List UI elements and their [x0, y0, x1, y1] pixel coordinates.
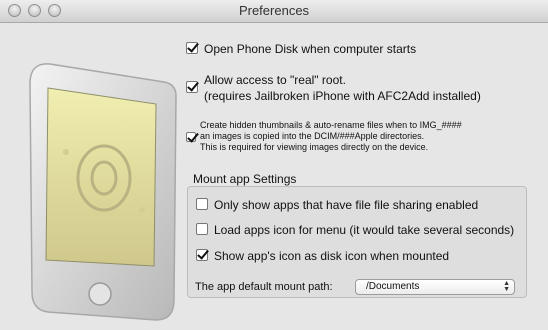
root-access-line2: (requires Jailbroken iPhone with AFC2Add… [204, 89, 481, 103]
thumbnails-option[interactable]: Create hidden thumbnails & auto-rename f… [186, 120, 462, 153]
title-bar: Preferences [0, 0, 548, 23]
load-icons-checkbox[interactable] [196, 223, 208, 235]
preferences-window: Preferences Open Phone Disk when compute… [0, 0, 548, 330]
mount-path-label: The app default mount path: [195, 281, 333, 293]
root-access-label: Allow access to "real" root. (requires J… [204, 72, 481, 104]
open-disk-option[interactable]: Open Phone Disk when computer starts [186, 41, 416, 57]
thumbnails-line1: Create hidden thumbnails & auto-rename f… [200, 120, 462, 130]
load-icons-label: Load apps icon for menu (it would take s… [214, 223, 515, 237]
root-access-line1: Allow access to "real" root. [204, 73, 346, 87]
open-disk-checkbox[interactable] [186, 42, 198, 54]
thumbnails-checkbox[interactable] [186, 132, 196, 142]
window-title: Preferences [238, 3, 310, 18]
load-icons-option[interactable]: Load apps icon for menu (it would take s… [196, 222, 514, 238]
thumbnails-line2: an images is copied into the DCIM/###App… [200, 131, 425, 141]
updown-arrows-icon: ▲ ▼ [503, 280, 510, 293]
root-access-option[interactable]: Allow access to "real" root. (requires J… [186, 72, 481, 104]
show-icon-checkbox[interactable] [196, 249, 208, 261]
mount-path-row: The app default mount path: [195, 279, 333, 295]
only-sharing-label: Only show apps that have file file shari… [214, 198, 479, 212]
mount-settings-title: Mount app Settings [193, 172, 297, 186]
show-icon-option[interactable]: Show app's icon as disk icon when mounte… [196, 248, 449, 264]
open-disk-label: Open Phone Disk when computer starts [204, 42, 417, 56]
show-icon-label: Show app's icon as disk icon when mounte… [214, 249, 450, 263]
thumbnails-line3: This is required for viewing images dire… [200, 142, 429, 152]
root-access-checkbox[interactable] [186, 81, 198, 93]
mount-path-value: /Documents [366, 281, 420, 292]
only-sharing-option[interactable]: Only show apps that have file file shari… [196, 197, 478, 213]
iphone-illustration [29, 63, 177, 321]
mount-path-select[interactable]: /Documents ▲ ▼ [355, 279, 515, 295]
thumbnails-label: Create hidden thumbnails & auto-rename f… [200, 120, 462, 153]
only-sharing-checkbox[interactable] [196, 198, 208, 210]
